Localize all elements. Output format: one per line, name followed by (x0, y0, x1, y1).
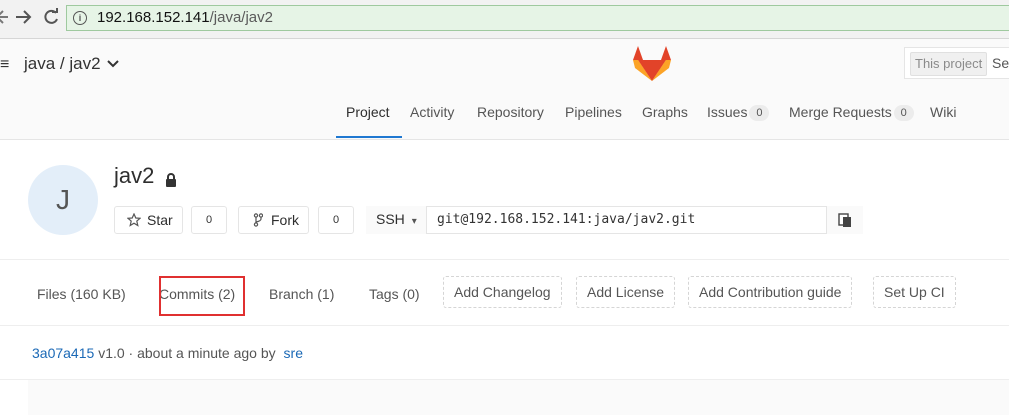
project-name: jav2 (114, 163, 155, 188)
url-path: /java/jav2 (209, 9, 273, 26)
commit-sha-link[interactable]: 3a07a415 (32, 345, 94, 361)
add-license-button[interactable]: Add License (576, 276, 676, 308)
lock-icon (164, 173, 178, 192)
tab-merge-requests[interactable]: Merge Requests 0 (789, 98, 914, 126)
tab-wiki[interactable]: Wiki (930, 98, 956, 126)
project-path: java / jav2 (24, 54, 101, 73)
tab-pipelines[interactable]: Pipelines (565, 98, 622, 126)
clone-protocol-dropdown[interactable]: SSH ▾ (366, 206, 427, 234)
tab-issues[interactable]: Issues 0 (707, 98, 770, 126)
add-contribution-guide-button[interactable]: Add Contribution guide (688, 276, 853, 308)
star-label: Star (147, 212, 173, 228)
divider (0, 259, 1009, 260)
files-link[interactable]: Files (160 KB) (37, 286, 126, 302)
commits-highlight-box (159, 276, 245, 316)
search-scope-badge[interactable]: This project (910, 52, 988, 76)
forward-arrow-icon[interactable] (14, 7, 32, 31)
add-changelog-button[interactable]: Add Changelog (443, 276, 562, 308)
tab-repository[interactable]: Repository (477, 98, 544, 126)
fork-count[interactable]: 0 (318, 206, 354, 234)
star-icon (127, 213, 141, 227)
url-host: 192.168.152.141 (97, 9, 210, 26)
chevron-down-icon (107, 60, 119, 68)
set-up-ci-button[interactable]: Set Up CI (873, 276, 956, 308)
active-tab-indicator (336, 136, 402, 138)
gitlab-tanuki-icon[interactable] (632, 46, 672, 87)
tags-link[interactable]: Tags (0) (369, 286, 420, 302)
project-avatar: J (28, 165, 98, 235)
fork-icon (253, 213, 263, 227)
fork-button[interactable]: Fork (238, 206, 309, 234)
merge-requests-count-badge: 0 (893, 105, 914, 122)
tab-issues-label: Issues (707, 104, 748, 120)
tab-graphs[interactable]: Graphs (642, 98, 688, 126)
copy-url-button[interactable] (826, 206, 863, 234)
issues-count-badge: 0 (749, 105, 770, 122)
fork-label: Fork (271, 212, 299, 228)
caret-down-icon: ▾ (411, 216, 417, 227)
tab-activity[interactable]: Activity (410, 98, 454, 126)
clipboard-icon (838, 213, 851, 227)
search-input[interactable]: Sea (992, 55, 1009, 71)
divider (0, 325, 1009, 326)
clone-protocol-label: SSH (376, 211, 405, 227)
star-button[interactable]: Star (114, 206, 183, 234)
content-area (28, 380, 1009, 415)
star-count[interactable]: 0 (191, 206, 227, 234)
commit-author-link[interactable]: sre (284, 345, 303, 361)
back-arrow-icon[interactable] (0, 7, 8, 31)
project-breadcrumb[interactable]: java / jav2 (24, 54, 119, 74)
commit-message: v1.0 · about a minute ago by (98, 345, 276, 361)
last-commit-info: 3a07a415 v1.0 · about a minute ago by sr… (32, 345, 303, 361)
menu-icon[interactable]: ≡ (0, 56, 9, 74)
branch-link[interactable]: Branch (1) (269, 286, 334, 302)
tab-merge-requests-label: Merge Requests (789, 104, 892, 120)
clone-url-input[interactable]: git@192.168.152.141:java/jav2.git (437, 206, 695, 234)
site-info-icon[interactable]: i (73, 11, 87, 25)
address-bar[interactable]: 192.168.152.141/java/jav2 (66, 5, 1009, 31)
tab-project[interactable]: Project (346, 98, 390, 126)
reload-icon[interactable] (42, 7, 60, 31)
